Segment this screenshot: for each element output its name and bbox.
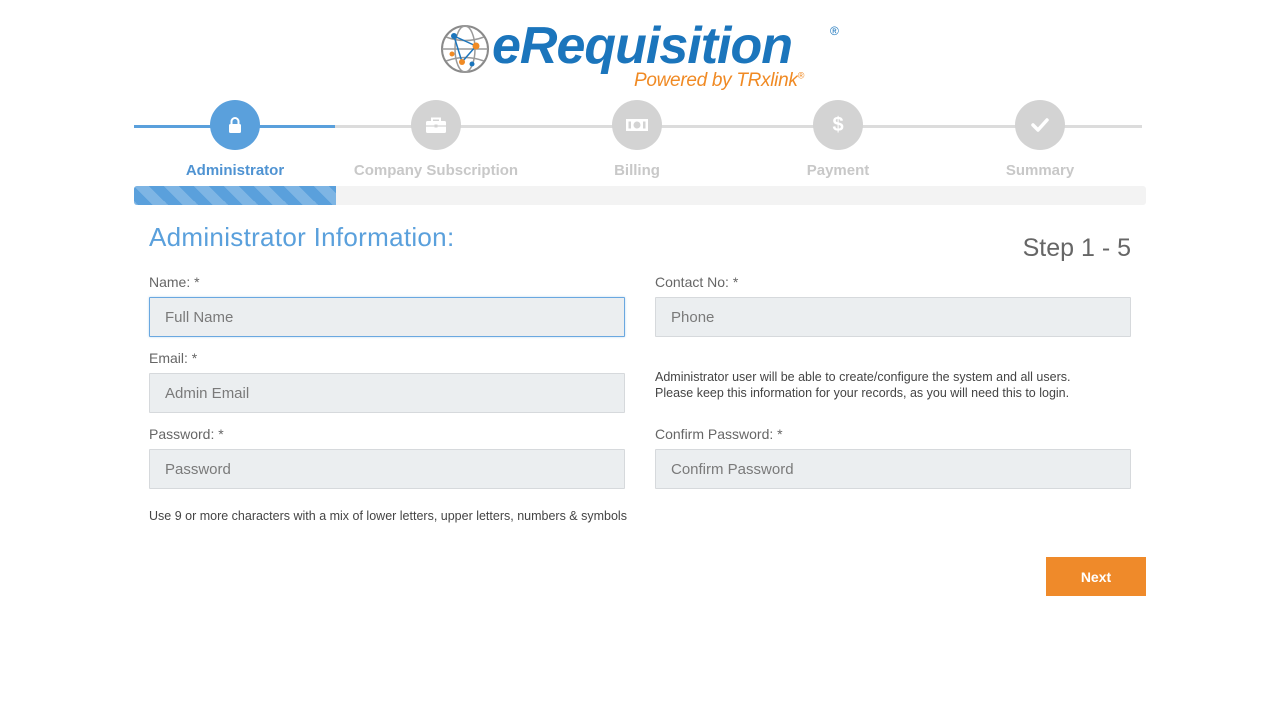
step-circle: $ [813,100,863,150]
logo-powered-by: Powered by TRxlink® [634,70,804,91]
progress-bar-fill [134,186,337,205]
phone-input[interactable] [655,297,1131,337]
confirm-password-input[interactable] [655,449,1131,489]
section-title: Administrator Information: [149,222,455,252]
step-administrator[interactable]: Administrator [135,100,335,179]
dollar-icon: $ [832,113,844,136]
admin-note-line: Administrator user will be able to creat… [655,370,1071,384]
step-circle [411,100,461,150]
step-label: Billing [614,162,660,179]
step-label: Company Subscription [353,162,519,179]
name-input[interactable] [149,297,625,337]
step-summary[interactable]: Summary [940,100,1140,179]
step-label: Administrator [185,162,285,179]
next-button[interactable]: Next [1046,557,1146,596]
step-label: Payment [806,162,870,179]
step-company-subscription[interactable]: Company Subscription [336,100,536,179]
password-hint: Use 9 or more characters with a mix of l… [149,509,627,523]
step-label: Summary [1005,162,1075,179]
check-icon [1031,118,1049,132]
admin-note: Administrator user will be able to creat… [655,369,1135,401]
password-input[interactable] [149,449,625,489]
progress-bar [134,186,1146,205]
money-icon [626,119,648,131]
step-circle [210,100,260,150]
step-circle [1015,100,1065,150]
globe-network-icon [441,25,489,73]
logo-wordmark: eRequisition [492,17,793,75]
contact-label: Contact No: * [655,274,739,290]
step-payment[interactable]: $ Payment [738,100,938,179]
name-label: Name: * [149,274,200,290]
progress-stepper: Administrator Company Subscription Billi… [134,100,1142,190]
step-billing[interactable]: Billing [537,100,737,179]
password-label: Password: * [149,426,224,442]
logo-registered-mark: ® [830,24,839,38]
briefcase-icon [426,117,446,133]
admin-note-line: Please keep this information for your re… [655,386,1070,400]
lock-icon [229,117,241,133]
step-circle [612,100,662,150]
email-input[interactable] [149,373,625,413]
email-label: Email: * [149,350,198,366]
confirm-password-label: Confirm Password: * [655,426,783,442]
step-counter: Step 1 - 5 [1022,234,1131,262]
erequisition-logo: eRequisition ® Powered by TRxlink® [440,17,850,98]
